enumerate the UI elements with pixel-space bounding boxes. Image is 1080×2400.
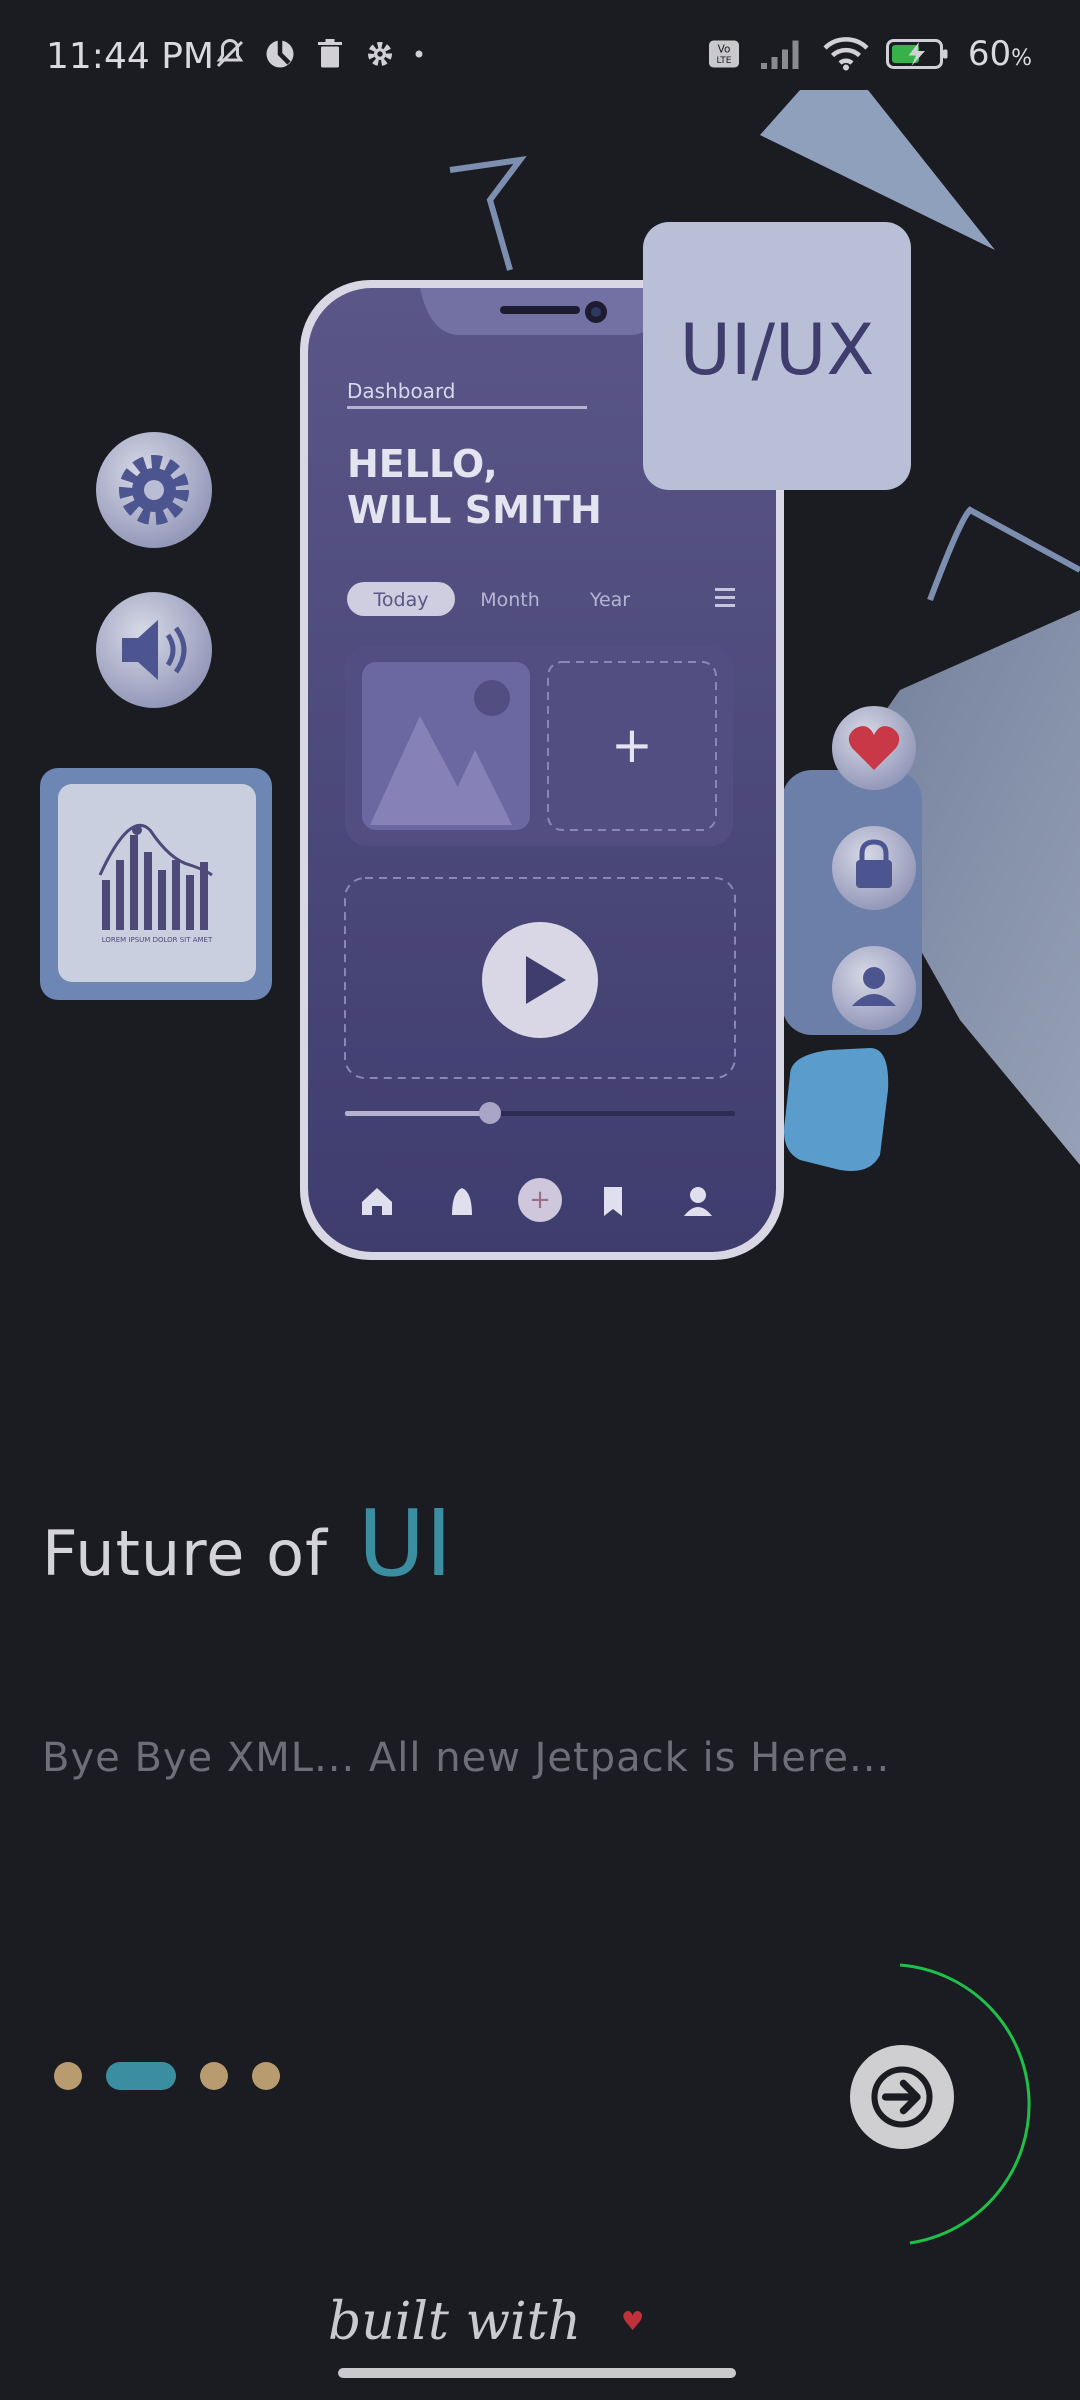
gear-icon — [368, 42, 392, 66]
data-saver-icon — [266, 40, 294, 68]
page-indicator — [54, 2062, 280, 2090]
page-dot-1[interactable] — [54, 2062, 82, 2090]
next-button-wrapper — [830, 1960, 1050, 2250]
page-dot-2-active[interactable] — [106, 2062, 176, 2090]
headline: Future of UI — [42, 1490, 452, 1597]
svg-text:Vo: Vo — [717, 44, 730, 56]
onboarding-screen: 11:44 PM Vo LTE 60% LOREM IPSUM DOLOR SI… — [0, 0, 1080, 2400]
hero-illustration: LOREM IPSUM DOLOR SIT AMET Dashboard HEL — [40, 90, 1080, 1260]
uiux-badge-text: UI/UX — [680, 309, 875, 391]
subtitle: Bye Bye XML... All new Jetpack is Here..… — [42, 1735, 891, 1781]
status-time: 11:44 PM — [46, 36, 214, 77]
headline-accent: UI — [357, 1490, 453, 1597]
user-bubble — [832, 946, 916, 1030]
status-icons-left — [212, 36, 426, 72]
arrow-right-icon — [871, 2066, 933, 2128]
wifi-icon — [823, 37, 869, 71]
phone-greeting-line2: WILL SMITH — [347, 488, 602, 532]
signal-icon — [760, 40, 799, 69]
svg-text:+: + — [611, 716, 653, 774]
phone-greeting-line1: HELLO, — [347, 442, 498, 486]
svg-text:+: + — [529, 1185, 551, 1215]
next-button[interactable] — [850, 2045, 954, 2149]
page-dot-3[interactable] — [200, 2062, 228, 2090]
phone-tab-year: Year — [589, 589, 630, 611]
phone-dashboard-label: Dashboard — [347, 379, 456, 403]
phone-tab-today: Today — [373, 589, 429, 611]
chart-card: LOREM IPSUM DOLOR SIT AMET — [40, 768, 272, 1000]
phone-tab-month: Month — [480, 589, 540, 611]
status-icons-right: Vo LTE 60% — [706, 34, 1032, 74]
mute-bell-icon — [216, 38, 244, 68]
heart-icon: ♥ — [621, 2307, 645, 2337]
chart-card-caption: LOREM IPSUM DOLOR SIT AMET — [102, 936, 213, 944]
built-with-text: built with — [328, 2292, 581, 2352]
lock-bubble — [832, 826, 916, 910]
dot-icon — [415, 50, 423, 58]
svg-text:LTE: LTE — [716, 56, 731, 66]
trash-icon — [318, 39, 342, 68]
volte-icon: VoLTE — [708, 40, 739, 68]
battery-percentage: 60% — [967, 34, 1032, 74]
headline-prefix: Future of — [42, 1517, 328, 1590]
gear-bubble — [96, 432, 212, 548]
home-indicator[interactable] — [338, 2368, 736, 2378]
speaker-bubble — [96, 592, 212, 708]
phone-menu-icon — [715, 588, 735, 607]
heart-bubble — [832, 706, 916, 790]
built-with-footer: built with ♥ — [328, 2292, 644, 2352]
page-dot-4[interactable] — [252, 2062, 280, 2090]
uiux-badge: UI/UX — [643, 222, 911, 490]
battery-charging-icon — [885, 39, 948, 69]
